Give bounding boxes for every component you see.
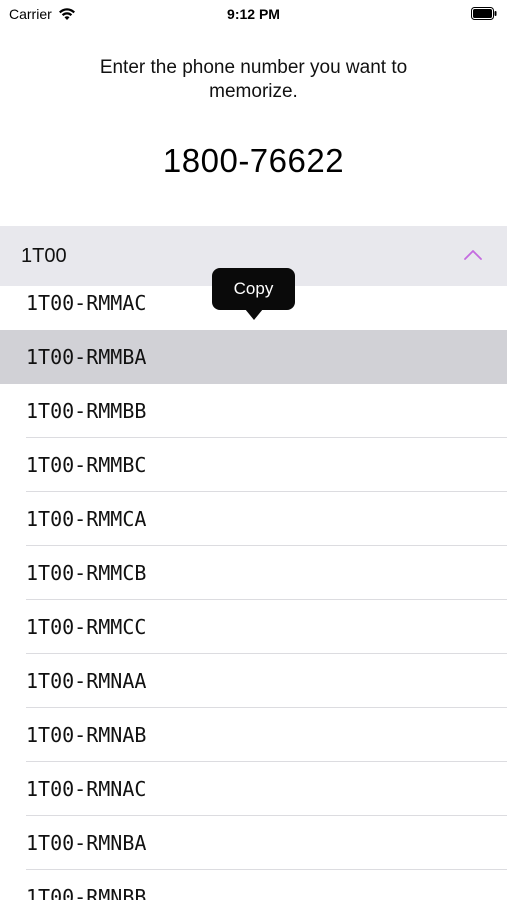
list-item-label: 1T00-RMMBC: [26, 453, 147, 477]
list-item-label: 1T00-RMMBB: [26, 399, 147, 423]
list-item-label: 1T00-RMMBA: [26, 345, 147, 369]
list-item-label: 1T00-RMNAC: [26, 777, 147, 801]
list-item[interactable]: 1T00-RMMCC: [0, 600, 507, 654]
list-item[interactable]: 1T00-RMMCA: [0, 492, 507, 546]
copy-button[interactable]: Copy: [212, 268, 295, 310]
word-list: 1T00-RMMAC 1T00-RMMBA 1T00-RMMBB 1T00-RMMBC…: [0, 276, 507, 900]
status-bar: Carrier 9:12 PM: [0, 0, 507, 28]
list-item-label: 1T00-RMMCA: [26, 507, 147, 531]
list-item[interactable]: 1T00-RMNBB: [0, 870, 507, 900]
list-item[interactable]: 1T00-RMMBA: [0, 330, 507, 384]
instruction-text: Enter the phone number you want to memor…: [99, 57, 408, 102]
list-item[interactable]: 1T00-RMMBB: [0, 384, 507, 438]
status-time: 9:12 PM: [227, 6, 280, 22]
list-item[interactable]: 1T00-RMMCB: [0, 546, 507, 600]
section-title: 1T00: [21, 245, 67, 267]
list-item[interactable]: 1T00-RMNAB: [0, 708, 507, 762]
list-item-label: 1T00-RMNBB: [26, 885, 147, 900]
list-item-label: 1T00-RMNAB: [26, 723, 147, 747]
list-item-label: 1T00-RMMAC: [26, 291, 147, 315]
list-item-label: 1T00-RMMCC: [26, 615, 147, 639]
phone-number-display[interactable]: 1800-76622: [0, 142, 507, 180]
chevron-up-icon[interactable]: [463, 248, 483, 262]
list-item-label: 1T00-RMNBA: [26, 831, 147, 855]
battery-icon: [471, 7, 497, 20]
list-item[interactable]: 1T00-RMMBC: [0, 438, 507, 492]
list-item[interactable]: 1T00-RMNAC: [0, 762, 507, 816]
list-item[interactable]: 1T00-RMNAA: [0, 654, 507, 708]
list-item[interactable]: 1T00-RMNBA: [0, 816, 507, 870]
tooltip-arrow: [245, 309, 263, 320]
list-item-label: 1T00-RMNAA: [26, 669, 147, 693]
list-item-label: 1T00-RMMCB: [26, 561, 147, 585]
